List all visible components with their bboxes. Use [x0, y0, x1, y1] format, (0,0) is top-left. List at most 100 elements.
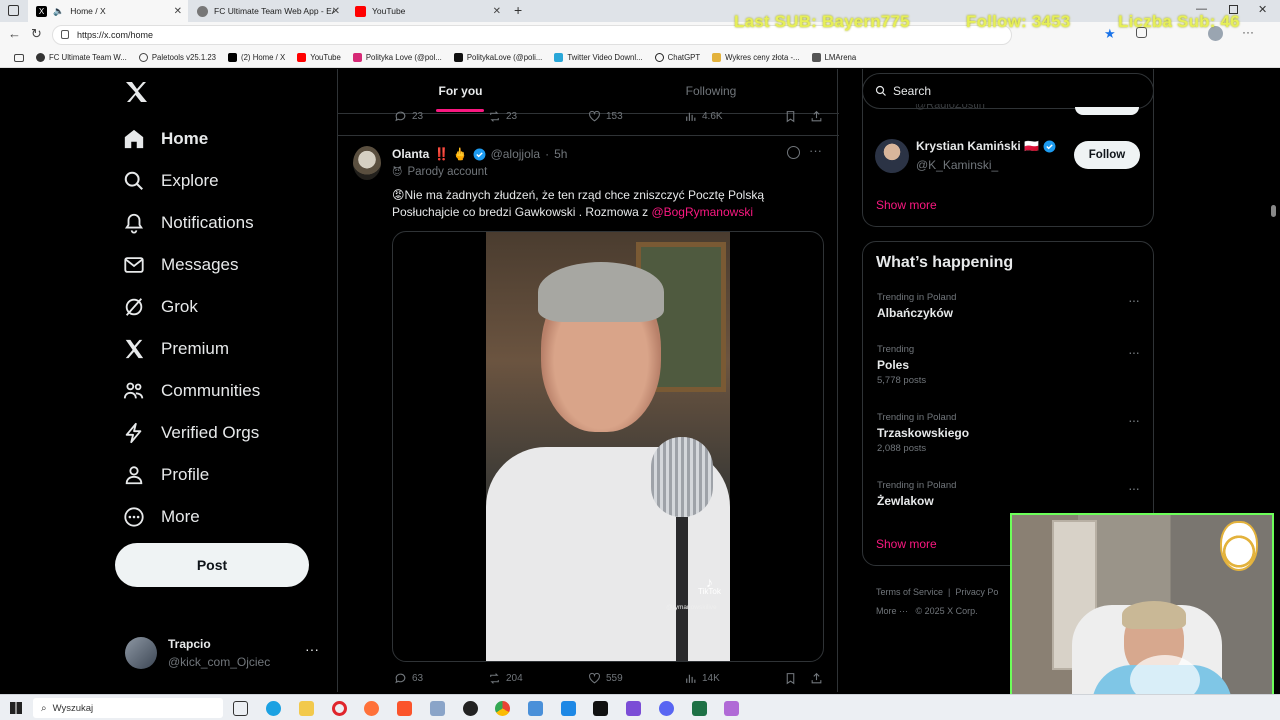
- grok-post-icon[interactable]: [787, 146, 800, 159]
- bookmark-item[interactable]: PolitykaLove (@poli...: [453, 53, 542, 62]
- more-link[interactable]: More ···: [876, 606, 908, 616]
- like-button[interactable]: 559: [588, 672, 623, 685]
- brave-icon[interactable]: [397, 701, 412, 716]
- close-tab-icon[interactable]: ✕: [332, 6, 340, 17]
- photos-icon[interactable]: [430, 701, 445, 716]
- nav-messages[interactable]: Messages: [123, 249, 238, 281]
- bookmark-item[interactable]: LMArena: [811, 53, 856, 62]
- author-name[interactable]: Olanta: [392, 147, 429, 161]
- nav-profile[interactable]: Profile: [123, 459, 209, 491]
- page-scrollbar[interactable]: [1271, 205, 1276, 217]
- discord-icon[interactable]: [659, 701, 674, 716]
- reply-button[interactable]: 23: [394, 110, 423, 123]
- more-dots-icon[interactable]: ···: [1128, 292, 1140, 308]
- more-dots-icon[interactable]: ···: [1128, 480, 1140, 496]
- app-icon[interactable]: [724, 701, 739, 716]
- opera-icon[interactable]: [332, 701, 347, 716]
- window-menu-icon[interactable]: [8, 5, 19, 16]
- timeline: For you Following 23 23 153 4.6K Olanta …: [337, 69, 839, 692]
- close-tab-icon[interactable]: ✕: [174, 6, 182, 17]
- share-button[interactable]: [810, 110, 823, 123]
- bookmark-item[interactable]: Wykres ceny złota -...: [712, 53, 800, 62]
- more-dots-icon[interactable]: ···: [305, 641, 319, 657]
- more-dots-icon[interactable]: ···: [1128, 412, 1140, 428]
- browser-menu-icon[interactable]: ···: [1242, 25, 1254, 39]
- nav-grok[interactable]: Grok: [123, 291, 198, 323]
- real-madrid-crest-icon: [1220, 521, 1258, 571]
- video-player[interactable]: ♪ TikTok @rymanowskilive: [392, 231, 824, 662]
- show-more-link[interactable]: Show more: [876, 537, 937, 551]
- like-button[interactable]: 153: [588, 110, 623, 123]
- trend-meta: Trending: [877, 344, 915, 355]
- post[interactable]: Olanta ‼️ 🖕 @alojjola · 5h ··· 😈 Parody …: [338, 136, 839, 692]
- post-button[interactable]: Post: [115, 543, 309, 587]
- trend-item[interactable]: Trending in Poland Trzaskowskiego 2,088 …: [877, 412, 1139, 454]
- x-logo-icon[interactable]: [124, 81, 148, 108]
- tiktok-icon[interactable]: [593, 701, 608, 716]
- follow-button[interactable]: Follow: [1074, 141, 1140, 169]
- author-handle[interactable]: @alojjola: [491, 147, 541, 161]
- bookmark-item[interactable]: Paletools v25.1.23: [138, 53, 216, 62]
- reading-list-icon[interactable]: [14, 53, 24, 62]
- tab-for-you[interactable]: For you: [338, 69, 583, 113]
- like-count: 153: [606, 111, 623, 122]
- tab-youtube[interactable]: YouTube ✕: [347, 0, 507, 22]
- app-icon[interactable]: [528, 701, 543, 716]
- reply-button[interactable]: 63: [394, 672, 423, 685]
- favorite-star-icon[interactable]: ★: [1104, 26, 1116, 42]
- nav-premium[interactable]: Premium: [123, 333, 229, 365]
- views-button[interactable]: 4.6K: [684, 110, 723, 123]
- video-editor-icon[interactable]: [626, 701, 641, 716]
- nav-more[interactable]: More: [123, 501, 200, 533]
- more-dots-icon[interactable]: ···: [1128, 344, 1140, 360]
- share-button[interactable]: [810, 672, 823, 685]
- nav-verified-orgs[interactable]: Verified Orgs: [123, 417, 259, 449]
- nav-notifications[interactable]: Notifications: [123, 207, 254, 239]
- edge-icon[interactable]: [266, 701, 281, 716]
- firefox-icon[interactable]: [364, 701, 379, 716]
- trend-item[interactable]: Trending Poles 5,778 posts: [877, 344, 1139, 386]
- vscode-icon[interactable]: [561, 701, 576, 716]
- excel-icon[interactable]: [692, 701, 707, 716]
- terms-link[interactable]: Terms of Service: [876, 587, 943, 597]
- close-tab-icon[interactable]: ✕: [493, 6, 501, 17]
- close-window-icon[interactable]: ✕: [1258, 3, 1267, 16]
- suggestion-row[interactable]: Krystian Kamiński 🇵🇱 @K_Kaminski_ Follow: [863, 131, 1155, 181]
- bookmark-item[interactable]: YouTube: [297, 53, 341, 62]
- reload-icon[interactable]: ↻: [31, 26, 42, 42]
- obs-icon[interactable]: [463, 701, 478, 716]
- tab-fc-ultimate[interactable]: FC Ultimate Team Web App - EA S ✕: [189, 0, 346, 22]
- nav-explore[interactable]: Explore: [123, 165, 219, 197]
- trend-item[interactable]: Trending in Poland Żewlakow: [877, 480, 1139, 508]
- bookmark-item[interactable]: ChatGPT: [654, 53, 700, 62]
- avatar[interactable]: [353, 146, 381, 180]
- show-more-link[interactable]: Show more: [876, 198, 937, 212]
- bookmark-item[interactable]: (2) Home / X: [228, 53, 285, 62]
- more-dots-icon[interactable]: ···: [809, 143, 822, 158]
- file-explorer-icon[interactable]: [299, 701, 314, 716]
- taskbar-search[interactable]: ⌕ Wyszukaj: [33, 698, 223, 718]
- new-tab-icon[interactable]: +: [514, 2, 522, 18]
- bookmark-item[interactable]: FC Ultimate Team W...: [36, 53, 127, 62]
- mention-link[interactable]: @BogRymanowski: [651, 205, 753, 219]
- back-icon[interactable]: ←: [8, 26, 21, 41]
- tab-home-x[interactable]: X 🔈 Home / X ✕: [28, 0, 188, 22]
- repost-button[interactable]: 204: [488, 672, 523, 685]
- start-windows-icon[interactable]: [10, 702, 22, 714]
- nav-communities[interactable]: Communities: [123, 375, 260, 407]
- views-button[interactable]: 14K: [684, 672, 720, 685]
- privacy-link[interactable]: Privacy Po: [955, 587, 998, 597]
- follow-button-partial[interactable]: [1075, 107, 1139, 115]
- bookmark-button[interactable]: [784, 672, 797, 685]
- nav-home[interactable]: Home: [123, 123, 208, 155]
- bookmark-button[interactable]: [784, 110, 797, 123]
- repost-button[interactable]: 23: [488, 110, 517, 123]
- chrome-icon[interactable]: [495, 701, 510, 716]
- bookmark-item[interactable]: Twitter Video Downl...: [554, 53, 643, 62]
- tab-following[interactable]: Following: [583, 69, 839, 113]
- account-switcher[interactable]: Trapcio @kick_com_Ojciec ···: [123, 635, 323, 675]
- trend-item[interactable]: Trending in Poland Albańczyków: [877, 292, 1139, 320]
- post-time[interactable]: 5h: [554, 147, 567, 161]
- bookmark-item[interactable]: Polityka Love (@pol...: [352, 53, 442, 62]
- task-view-icon[interactable]: [233, 701, 248, 716]
